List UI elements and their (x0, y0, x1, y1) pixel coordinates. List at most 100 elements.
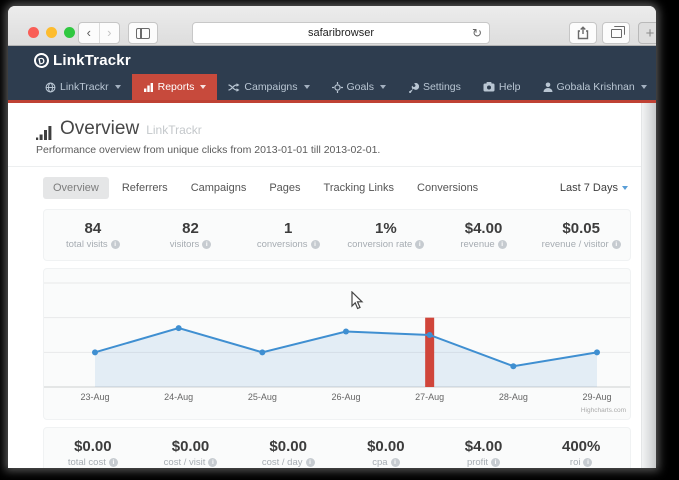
globe-icon (45, 82, 56, 93)
stat-label: revenue (460, 239, 494, 250)
stat-value: 1 (284, 220, 292, 237)
nav-item-reports[interactable]: Reports (132, 74, 218, 100)
stat-cost-day: $0.00 cost / day (239, 438, 337, 468)
window-controls (28, 27, 75, 38)
nav-item-settings[interactable]: Settings (397, 74, 472, 100)
chevron-down-icon (304, 85, 310, 89)
tab-referrers[interactable]: Referrers (112, 177, 178, 199)
stat-visitors: 82 visitors (142, 220, 240, 250)
stat-label: cost / day (262, 457, 303, 468)
brand-name[interactable]: LinkTrackr (53, 52, 131, 69)
report-tabs: Overview Referrers Campaigns Pages Track… (8, 167, 641, 209)
tab-overview[interactable]: Overview (43, 177, 109, 199)
page-subtitle: Performance overview from unique clicks … (36, 144, 641, 156)
svg-text:24-Aug: 24-Aug (164, 392, 193, 402)
stat-value: $0.00 (367, 438, 405, 455)
stat-label: total cost (68, 457, 106, 468)
stat-label: conversions (257, 239, 308, 250)
sidebar-icon (136, 28, 150, 39)
zoom-window-button[interactable] (64, 27, 75, 38)
nav-item-help[interactable]: Help (472, 74, 532, 100)
mouse-cursor (351, 291, 364, 310)
info-icon[interactable] (491, 458, 500, 467)
stat-profit: $4.00 profit (435, 438, 533, 468)
address-bar[interactable]: safaribrowser ↻ (192, 22, 490, 44)
shuffle-icon (228, 82, 240, 93)
linktrackr-logo-icon: D (33, 51, 51, 69)
stat-label: visitors (170, 239, 200, 250)
forward-button[interactable]: › (99, 23, 120, 43)
stat-label: total visits (66, 239, 108, 250)
svg-text:28-Aug: 28-Aug (499, 392, 528, 402)
tab-campaigns[interactable]: Campaigns (181, 177, 257, 199)
nav-item-linktrackr[interactable]: LinkTrackr (34, 74, 132, 100)
stat-cost-visit: $0.00 cost / visit (142, 438, 240, 468)
tab-tracking-links[interactable]: Tracking Links (314, 177, 405, 199)
stat-label: revenue / visitor (542, 239, 609, 250)
info-icon[interactable] (583, 458, 592, 467)
wrench-icon (408, 82, 419, 93)
back-button[interactable]: ‹ (79, 23, 99, 43)
stat-conversion-rate: 1% conversion rate (337, 220, 435, 250)
nav-item-goals[interactable]: Goals (321, 74, 397, 100)
nav-label: Goals (347, 81, 374, 93)
tab-conversions[interactable]: Conversions (407, 177, 488, 199)
stat-total-cost: $0.00 total cost (44, 438, 142, 468)
info-icon[interactable] (612, 240, 621, 249)
stat-value: 1% (375, 220, 397, 237)
nav-item-campaigns[interactable]: Campaigns (217, 74, 320, 100)
chevron-down-icon (622, 186, 628, 190)
user-name: Gobala Krishnan (557, 81, 635, 93)
chevron-down-icon (641, 85, 647, 89)
show-tabs-button[interactable] (602, 22, 630, 44)
user-menu[interactable]: Gobala Krishnan (532, 74, 656, 100)
overview-bars-icon (36, 125, 53, 140)
info-icon[interactable] (311, 240, 320, 249)
svg-text:23-Aug: 23-Aug (80, 392, 109, 402)
info-icon[interactable] (202, 240, 211, 249)
date-range-dropdown[interactable]: Last 7 Days (560, 182, 628, 194)
overview-chart[interactable]: 23-Aug24-Aug25-Aug26-Aug27-Aug28-Aug29-A… (44, 269, 631, 419)
info-icon[interactable] (391, 458, 400, 467)
stat-value: $4.00 (465, 438, 503, 455)
stat-roi: 400% roi (532, 438, 630, 468)
scrollbar-track[interactable] (641, 103, 656, 468)
chevron-down-icon (200, 85, 206, 89)
info-icon[interactable] (111, 240, 120, 249)
stat-value: 400% (562, 438, 600, 455)
new-tab-button[interactable]: + (638, 22, 656, 44)
chevron-down-icon (115, 85, 121, 89)
reload-icon[interactable]: ↻ (472, 23, 482, 43)
svg-text:25-Aug: 25-Aug (248, 392, 277, 402)
nav-label: LinkTrackr (60, 81, 109, 93)
info-icon[interactable] (306, 458, 315, 467)
tab-pages[interactable]: Pages (259, 177, 310, 199)
stats-panel-bottom: $0.00 total cost $0.00 cost / visit $0.0… (43, 427, 631, 468)
close-window-button[interactable] (28, 27, 39, 38)
stat-cpa: $0.00 cpa (337, 438, 435, 468)
info-icon[interactable] (498, 240, 507, 249)
browser-toolbar: ‹ › safaribrowser ↻ + (8, 6, 656, 46)
svg-text:27-Aug: 27-Aug (415, 392, 444, 402)
stats-panel-top: 84 total visits 82 visitors 1 conversion… (43, 209, 631, 261)
date-range-label: Last 7 Days (560, 182, 618, 194)
nav-label: Reports (158, 81, 195, 93)
info-icon[interactable] (415, 240, 424, 249)
minimize-window-button[interactable] (46, 27, 57, 38)
stat-value: $4.00 (465, 220, 503, 237)
stat-value: $0.00 (172, 438, 210, 455)
sidebar-toggle-button[interactable] (128, 22, 158, 44)
main-content: Overview LinkTrackr Performance overview… (8, 103, 641, 468)
browser-window: ‹ › safaribrowser ↻ + D LinkTrackr (8, 6, 656, 468)
page-body: Overview LinkTrackr Performance overview… (8, 103, 656, 468)
info-icon[interactable] (208, 458, 217, 467)
stat-label: cost / visit (164, 457, 206, 468)
stat-value: $0.00 (74, 438, 112, 455)
chart-panel: 23-Aug24-Aug25-Aug26-Aug27-Aug28-Aug29-A… (43, 268, 631, 420)
crosshair-icon (332, 82, 343, 93)
share-button[interactable] (569, 22, 597, 44)
tabs-overview-icon (611, 29, 622, 38)
stat-label: conversion rate (347, 239, 412, 250)
nav-label: Campaigns (244, 81, 297, 93)
info-icon[interactable] (109, 458, 118, 467)
